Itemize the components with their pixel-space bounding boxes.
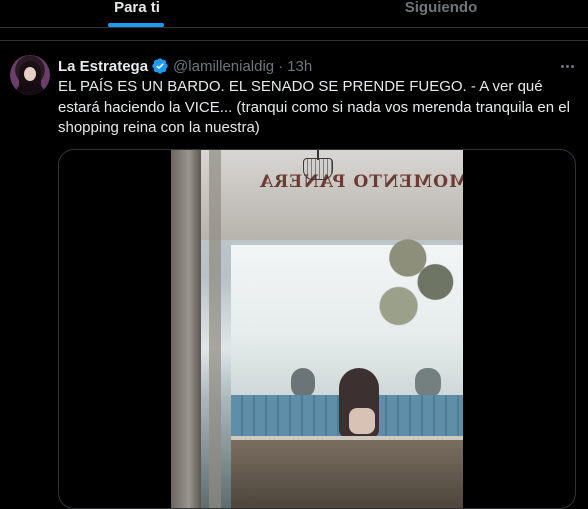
post[interactable]: La Estratega @lamillenialdig · 13h EL PA… xyxy=(0,40,588,509)
photo-person xyxy=(339,368,379,438)
verified-badge-icon[interactable] xyxy=(151,57,169,75)
author-name[interactable]: La Estratega xyxy=(58,58,148,75)
tab-siguiendo-label: Siguiendo xyxy=(404,0,478,16)
post-time[interactable]: 13h xyxy=(287,58,312,75)
post-text: EL PAÍS ES UN BARDO. EL SENADO SE PRENDE… xyxy=(58,78,570,136)
tab-siguiendo[interactable]: Siguiendo xyxy=(294,0,588,28)
photo-sign-text: MOMENTO PANERA xyxy=(259,172,463,192)
avatar-face xyxy=(24,67,36,81)
photo-person-arm xyxy=(349,408,375,434)
photo-background-person xyxy=(415,368,441,398)
photo-plants xyxy=(371,210,463,330)
post-photo[interactable]: MOMENTO PANERA xyxy=(171,150,463,508)
photo-background-person xyxy=(291,368,315,398)
separator-dot: · xyxy=(278,57,284,75)
timeline-tabs: Para ti Siguiendo xyxy=(0,0,588,28)
photo-window-frame xyxy=(171,150,201,508)
post-media[interactable]: MOMENTO PANERA xyxy=(58,149,576,509)
active-tab-indicator xyxy=(108,23,164,27)
avatar-body xyxy=(16,83,44,95)
tab-para-ti-label: Para ti xyxy=(114,0,160,16)
author-handle[interactable]: @lamillenialdig xyxy=(173,58,274,75)
post-header: La Estratega @lamillenialdig · 13h xyxy=(58,56,312,76)
photo-lamp xyxy=(303,158,333,180)
avatar[interactable] xyxy=(10,55,50,95)
more-horizontal-icon[interactable] xyxy=(556,55,578,77)
photo-window-mullion xyxy=(209,150,221,508)
